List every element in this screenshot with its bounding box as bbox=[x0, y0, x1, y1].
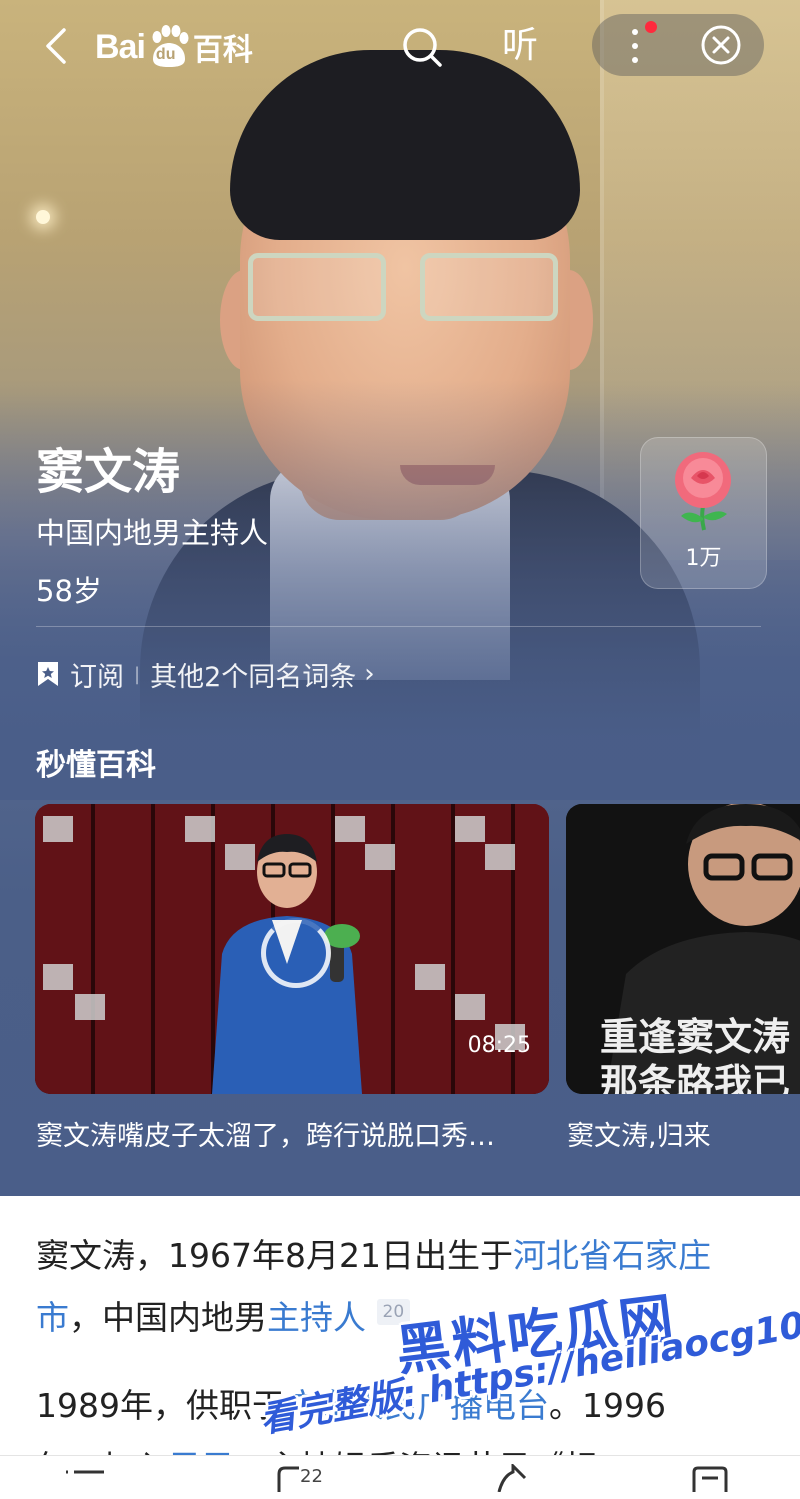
portrait-glasses bbox=[248, 245, 558, 321]
stage-tile bbox=[455, 816, 485, 842]
comment-count: 22 bbox=[300, 1466, 323, 1487]
favorite-icon[interactable] bbox=[690, 1464, 730, 1492]
article-text: 窦文涛，1967年8月21日出生于 bbox=[36, 1236, 513, 1275]
video-card[interactable]: 重逢窦文涛 那条路我已 bbox=[566, 804, 800, 1094]
person-name: 窦文涛 bbox=[36, 444, 181, 500]
subscribe-button[interactable]: 订阅 bbox=[70, 655, 124, 694]
bottom-toolbar bbox=[0, 1455, 800, 1492]
listen-button[interactable]: 听 bbox=[502, 22, 538, 70]
stage-tile bbox=[485, 844, 515, 870]
subscribe-row: 订阅 | 其他2个同名词条 › bbox=[36, 654, 375, 694]
catalog-icon[interactable] bbox=[62, 1464, 108, 1492]
flower-count: 1万 bbox=[685, 546, 722, 571]
video-card[interactable]: 08:25 bbox=[35, 804, 549, 1094]
flower-button[interactable]: 1万 bbox=[640, 437, 767, 589]
back-arrow-icon[interactable] bbox=[38, 26, 78, 66]
stage-tile bbox=[43, 816, 73, 842]
more-options-icon[interactable] bbox=[630, 26, 640, 66]
stage-tile bbox=[43, 964, 73, 990]
video-overlay-text: 重逢窦文涛 那条路我已 bbox=[600, 1014, 790, 1094]
divider bbox=[36, 626, 761, 627]
person-age: 58岁 bbox=[36, 574, 102, 608]
rose-icon bbox=[675, 452, 731, 531]
article-link[interactable]: 主持人 bbox=[267, 1298, 366, 1337]
logo-paw-icon: du bbox=[147, 25, 191, 69]
video-caption[interactable]: 窦文涛,归来 bbox=[567, 1114, 711, 1153]
stage-tile bbox=[415, 964, 445, 990]
logo-du-text: du bbox=[155, 46, 176, 63]
portrait-lens-left bbox=[248, 253, 386, 321]
logo-baike-text: 百科 bbox=[192, 33, 253, 68]
search-icon[interactable] bbox=[400, 25, 444, 69]
top-bar: Bai du 百科 听 bbox=[0, 0, 800, 95]
portrait-lens-right bbox=[420, 253, 558, 321]
hero-banner: Bai du 百科 听 窦文涛 中国内地男主持人 58岁 1万 订阅 | 其他2… bbox=[0, 0, 800, 1196]
baidu-baike-logo[interactable]: Bai du 百科 bbox=[95, 22, 253, 72]
background-light bbox=[36, 210, 50, 224]
person-description: 中国内地男主持人 bbox=[36, 516, 269, 550]
notification-dot bbox=[645, 21, 657, 33]
section-title: 秒懂百科 bbox=[36, 748, 156, 783]
close-icon[interactable] bbox=[700, 24, 742, 66]
article-text: 。1996 bbox=[548, 1386, 666, 1425]
overlay-line-2: 那条路我已 bbox=[600, 1060, 791, 1094]
stage-tile bbox=[75, 994, 105, 1020]
stage-tile bbox=[455, 994, 485, 1020]
separator: | bbox=[134, 663, 141, 685]
overlay-line-1: 重逢窦文涛 bbox=[600, 1014, 791, 1059]
video-duration: 08:25 bbox=[467, 1033, 531, 1058]
article-text: ，中国内地男 bbox=[69, 1298, 267, 1337]
logo-bai-text: Bai bbox=[95, 27, 146, 66]
loading-spinner-icon bbox=[261, 918, 331, 988]
share-icon[interactable] bbox=[495, 1464, 529, 1492]
video-caption[interactable]: 窦文涛嘴皮子太溜了，跨行说脱口秀… bbox=[36, 1114, 495, 1153]
same-name-entries-link[interactable]: 其他2个同名词条 bbox=[150, 655, 356, 694]
article-text: 1989年，供职于 bbox=[36, 1386, 285, 1425]
bookmark-icon[interactable] bbox=[36, 660, 60, 688]
chevron-right-icon: › bbox=[364, 659, 375, 689]
